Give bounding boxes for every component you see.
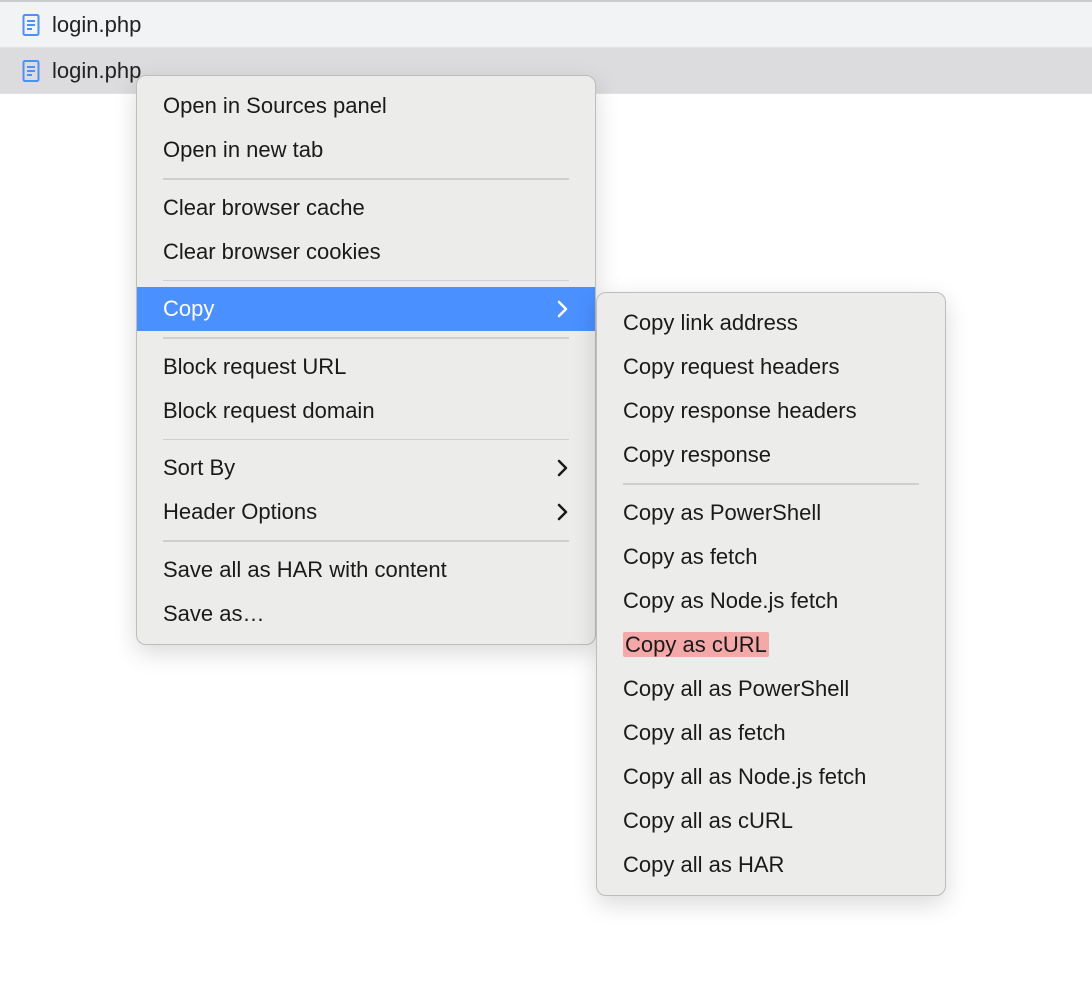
menu-item-label: Clear browser cookies: [163, 239, 381, 265]
menu-item-label: Copy all as fetch: [623, 720, 786, 746]
menu-item-label: Save as…: [163, 601, 265, 627]
menu-item-open-sources[interactable]: Open in Sources panel: [137, 84, 595, 128]
menu-item-label: Copy all as HAR: [623, 852, 784, 878]
submenu-item-copy-all-as-curl[interactable]: Copy all as cURL: [597, 799, 945, 843]
menu-item-label: Copy: [163, 296, 214, 322]
menu-item-header-options[interactable]: Header Options: [137, 490, 595, 534]
menu-item-label: Copy as Node.js fetch: [623, 588, 838, 614]
menu-item-label: Clear browser cache: [163, 195, 365, 221]
menu-item-label: Copy all as Node.js fetch: [623, 764, 866, 790]
menu-item-sort-by[interactable]: Sort By: [137, 446, 595, 490]
menu-item-label: Open in new tab: [163, 137, 323, 163]
submenu-item-copy-request-headers[interactable]: Copy request headers: [597, 345, 945, 389]
menu-item-label: Sort By: [163, 455, 235, 481]
network-request-row[interactable]: login.php: [0, 2, 1092, 48]
document-icon: [22, 14, 40, 36]
menu-item-open-new-tab[interactable]: Open in new tab: [137, 128, 595, 172]
menu-separator: [163, 280, 569, 282]
menu-item-label: Copy request headers: [623, 354, 839, 380]
document-icon: [22, 60, 40, 82]
chevron-right-icon: [557, 503, 569, 521]
menu-item-label: Copy response headers: [623, 398, 857, 424]
submenu-item-copy-as-curl[interactable]: Copy as cURL: [597, 623, 945, 667]
menu-item-clear-cache[interactable]: Clear browser cache: [137, 186, 595, 230]
menu-item-copy[interactable]: Copy: [137, 287, 595, 331]
menu-item-label: Block request URL: [163, 354, 346, 380]
network-request-filename: login.php: [52, 58, 141, 84]
menu-separator: [163, 337, 569, 339]
copy-submenu: Copy link address Copy request headers C…: [596, 292, 946, 896]
menu-item-label: Copy all as PowerShell: [623, 676, 849, 702]
submenu-item-copy-link-address[interactable]: Copy link address: [597, 301, 945, 345]
menu-item-block-domain[interactable]: Block request domain: [137, 389, 595, 433]
chevron-right-icon: [557, 459, 569, 477]
menu-item-label: Block request domain: [163, 398, 375, 424]
menu-item-label: Open in Sources panel: [163, 93, 387, 119]
menu-item-label: Copy response: [623, 442, 771, 468]
submenu-item-copy-all-as-nodejs-fetch[interactable]: Copy all as Node.js fetch: [597, 755, 945, 799]
submenu-item-copy-response-headers[interactable]: Copy response headers: [597, 389, 945, 433]
menu-separator: [163, 178, 569, 180]
chevron-right-icon: [557, 300, 569, 318]
submenu-item-copy-all-as-fetch[interactable]: Copy all as fetch: [597, 711, 945, 755]
menu-item-label: Save all as HAR with content: [163, 557, 447, 583]
menu-item-clear-cookies[interactable]: Clear browser cookies: [137, 230, 595, 274]
submenu-item-copy-all-as-har[interactable]: Copy all as HAR: [597, 843, 945, 887]
menu-item-save-har[interactable]: Save all as HAR with content: [137, 548, 595, 592]
menu-item-label: Header Options: [163, 499, 317, 525]
menu-separator: [163, 540, 569, 542]
menu-item-block-url[interactable]: Block request URL: [137, 345, 595, 389]
menu-separator: [163, 439, 569, 441]
submenu-item-copy-as-fetch[interactable]: Copy as fetch: [597, 535, 945, 579]
menu-item-label: Copy as fetch: [623, 544, 758, 570]
menu-separator: [623, 483, 919, 485]
menu-item-label: Copy as PowerShell: [623, 500, 821, 526]
menu-item-label: Copy all as cURL: [623, 808, 793, 834]
submenu-item-copy-as-powershell[interactable]: Copy as PowerShell: [597, 491, 945, 535]
menu-item-save-as[interactable]: Save as…: [137, 592, 595, 636]
submenu-item-copy-all-as-powershell[interactable]: Copy all as PowerShell: [597, 667, 945, 711]
context-menu: Open in Sources panel Open in new tab Cl…: [136, 75, 596, 645]
network-request-filename: login.php: [52, 12, 141, 38]
submenu-item-copy-as-nodejs-fetch[interactable]: Copy as Node.js fetch: [597, 579, 945, 623]
menu-item-label: Copy link address: [623, 310, 798, 336]
menu-item-label: Copy as cURL: [623, 632, 769, 658]
submenu-item-copy-response[interactable]: Copy response: [597, 433, 945, 477]
